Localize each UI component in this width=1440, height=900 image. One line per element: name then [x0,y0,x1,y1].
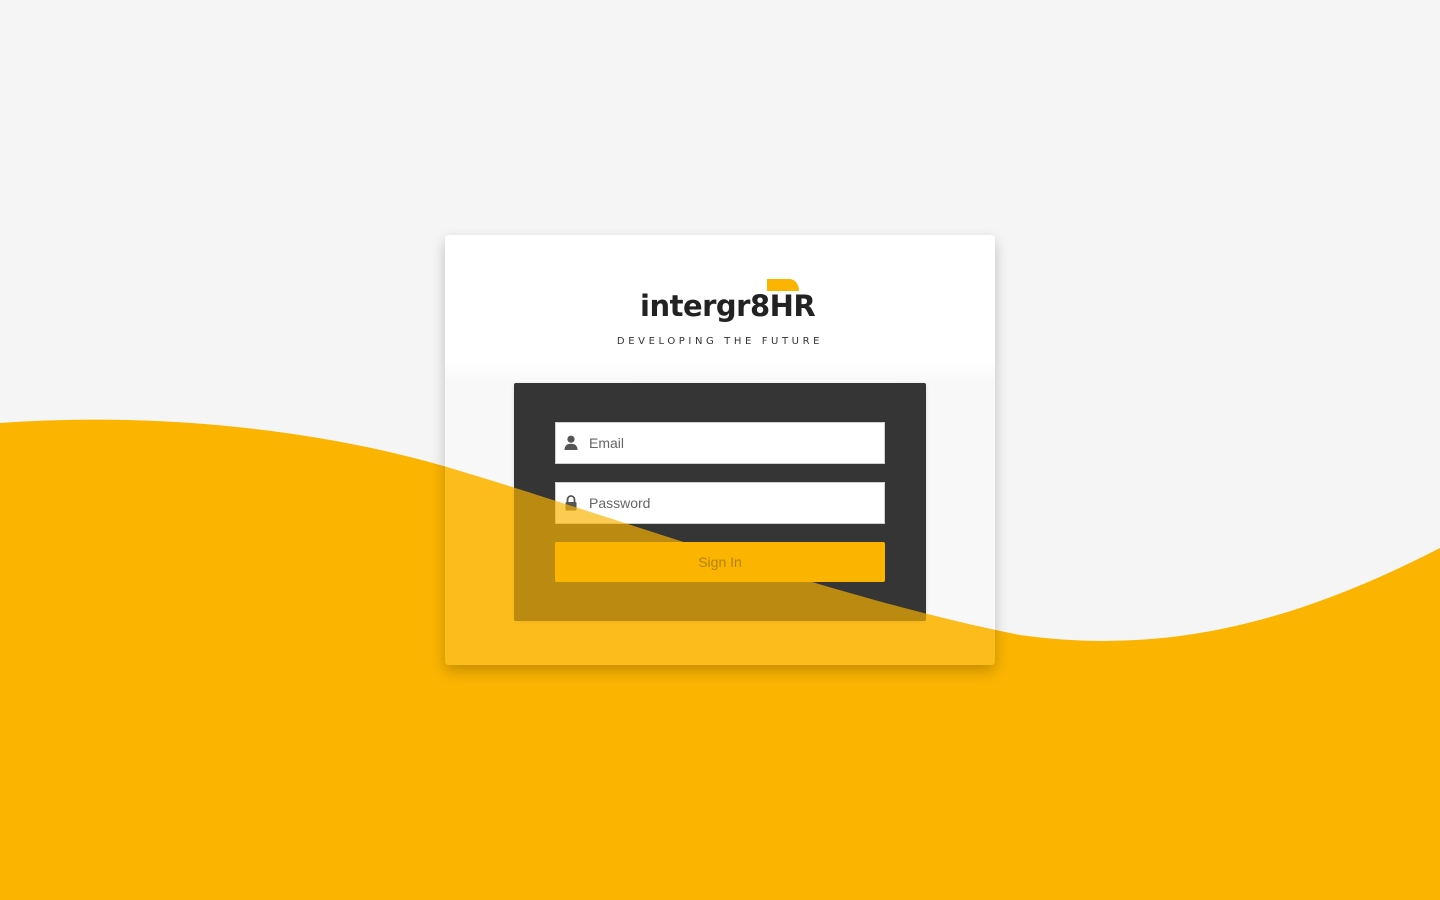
brand-logo: intergr8HR DEVELOPING THE FUTURE [445,275,995,355]
login-form: Sign In [514,383,926,621]
lock-icon [565,495,577,511]
login-card: intergr8HR DEVELOPING THE FUTURE Sign In [445,235,995,665]
brand-tagline: DEVELOPING THE FUTURE [616,336,824,347]
sign-in-button[interactable]: Sign In [555,542,885,582]
email-input[interactable] [589,423,874,463]
email-field [555,422,885,464]
password-field [555,482,885,524]
user-icon [564,435,578,450]
password-input[interactable] [589,483,874,523]
brand-name: intergr8HR [640,289,816,323]
